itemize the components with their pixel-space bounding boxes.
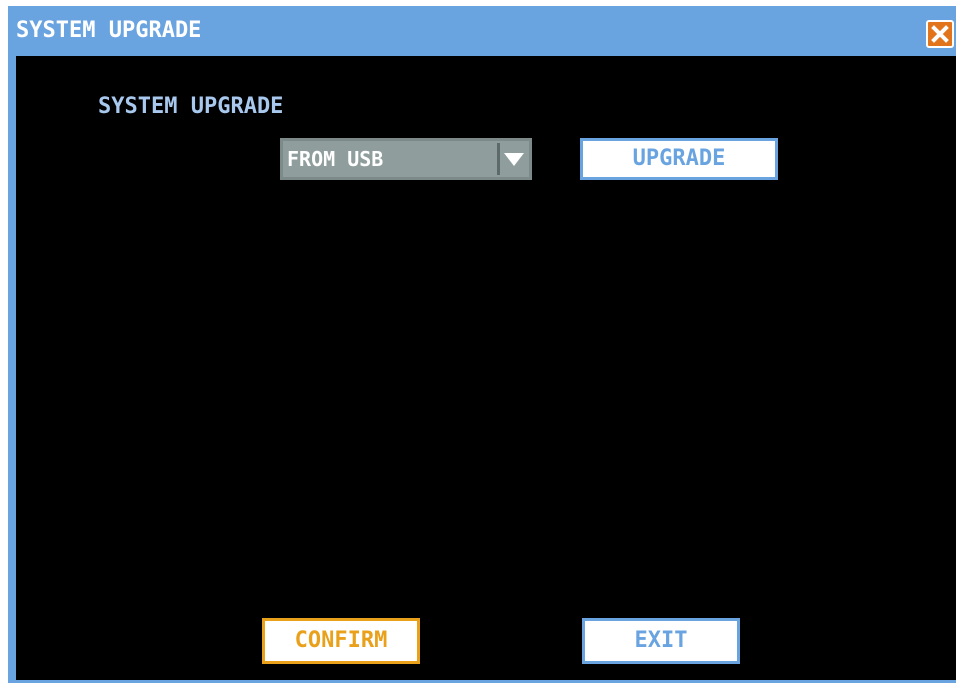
- upgrade-source-select[interactable]: FROM USB: [280, 138, 532, 180]
- dropdown-button[interactable]: [497, 143, 527, 175]
- upgrade-button[interactable]: UPGRADE: [580, 138, 778, 180]
- section-label: SYSTEM UPGRADE: [98, 94, 284, 119]
- dialog-body: SYSTEM UPGRADE FROM USB UPGRADE CONFIRM …: [8, 56, 956, 683]
- close-x-icon: [931, 25, 949, 43]
- confirm-button[interactable]: CONFIRM: [262, 618, 420, 664]
- close-button[interactable]: [926, 20, 954, 48]
- exit-button[interactable]: EXIT: [582, 618, 740, 664]
- title-bar: SYSTEM UPGRADE: [8, 6, 956, 56]
- window-title: SYSTEM UPGRADE: [16, 18, 202, 43]
- dropdown-arrow-icon: [503, 152, 524, 166]
- upgrade-source-value: FROM USB: [287, 147, 384, 171]
- system-upgrade-window: SYSTEM UPGRADE SYSTEM UPGRADE FROM USB U…: [8, 0, 956, 683]
